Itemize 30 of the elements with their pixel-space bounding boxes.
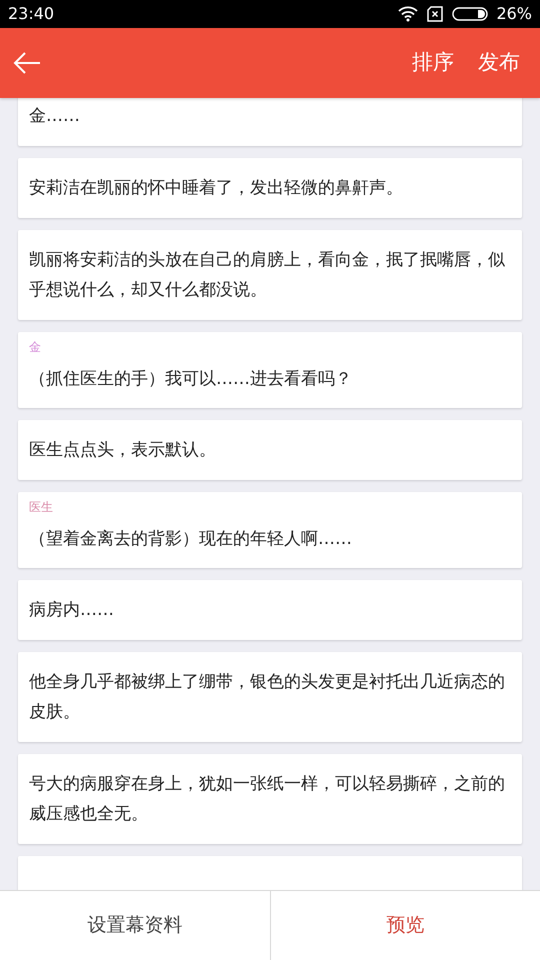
- script-card[interactable]: 安莉洁在凯丽的怀中睡着了，发出轻微的鼻鼾声。: [18, 158, 522, 218]
- wifi-icon: [398, 6, 418, 22]
- card-text: （望着金离去的背影）现在的年轻人啊……: [29, 528, 353, 551]
- card-text: 号大的病服穿在身上，犹如一张纸一样，可以轻易撕碎，之前的威压感也全无。: [29, 773, 506, 826]
- card-text: （抓住医生的手）我可以……进去看看吗？: [29, 368, 353, 391]
- status-time: 23:40: [8, 3, 54, 25]
- dialogue-card[interactable]: 医生 （望着金离去的背影）现在的年轻人啊……: [18, 492, 522, 568]
- script-card[interactable]: 他全身几乎都被绑上了绷带，银色的头发更是衬托出几近病态的皮肤。: [18, 652, 522, 742]
- speaker-name: 医生: [29, 499, 54, 516]
- script-card[interactable]: 号大的病服穿在身上，犹如一张纸一样，可以轻易撕碎，之前的威压感也全无。: [18, 754, 522, 844]
- card-text: 医生点点头，表示默认。: [29, 439, 217, 462]
- dialogue-card[interactable]: 金 （抓住医生的手）我可以……进去看看吗？: [18, 332, 522, 408]
- card-text: 他全身几乎都被绑上了绷带，银色的头发更是衬托出几近病态的皮肤。: [29, 671, 506, 724]
- back-arrow-icon: [13, 51, 41, 75]
- card-text: 病房内……: [29, 599, 115, 622]
- script-card[interactable]: 金……: [18, 98, 522, 146]
- header-action[interactable]: 发布: [478, 47, 520, 79]
- speaker-name: 金: [29, 339, 42, 356]
- header-action[interactable]: 排序: [412, 47, 454, 79]
- bottom-tab[interactable]: 预览: [270, 891, 540, 960]
- card-text: 凯丽将安莉洁的头放在自己的肩膀上，看向金，抿了抿嘴唇，似乎想说什么，却又什么都没说。: [29, 249, 506, 302]
- battery-percent: 26%: [496, 3, 532, 25]
- card-text: 金……: [29, 105, 81, 128]
- script-card[interactable]: 医生点点头，表示默认。: [18, 420, 522, 480]
- card-text: 安莉洁在凯丽的怀中睡着了，发出轻微的鼻鼾声。: [29, 177, 404, 200]
- no-sim-icon: [426, 6, 444, 22]
- script-card[interactable]: 病房内……: [18, 580, 522, 640]
- battery-icon: [452, 6, 488, 22]
- bottom-tab[interactable]: 设置幕资料: [0, 891, 270, 960]
- script-card[interactable]: 凯丽将安莉洁的头放在自己的肩膀上，看向金，抿了抿嘴唇，似乎想说什么，却又什么都没说。: [18, 230, 522, 320]
